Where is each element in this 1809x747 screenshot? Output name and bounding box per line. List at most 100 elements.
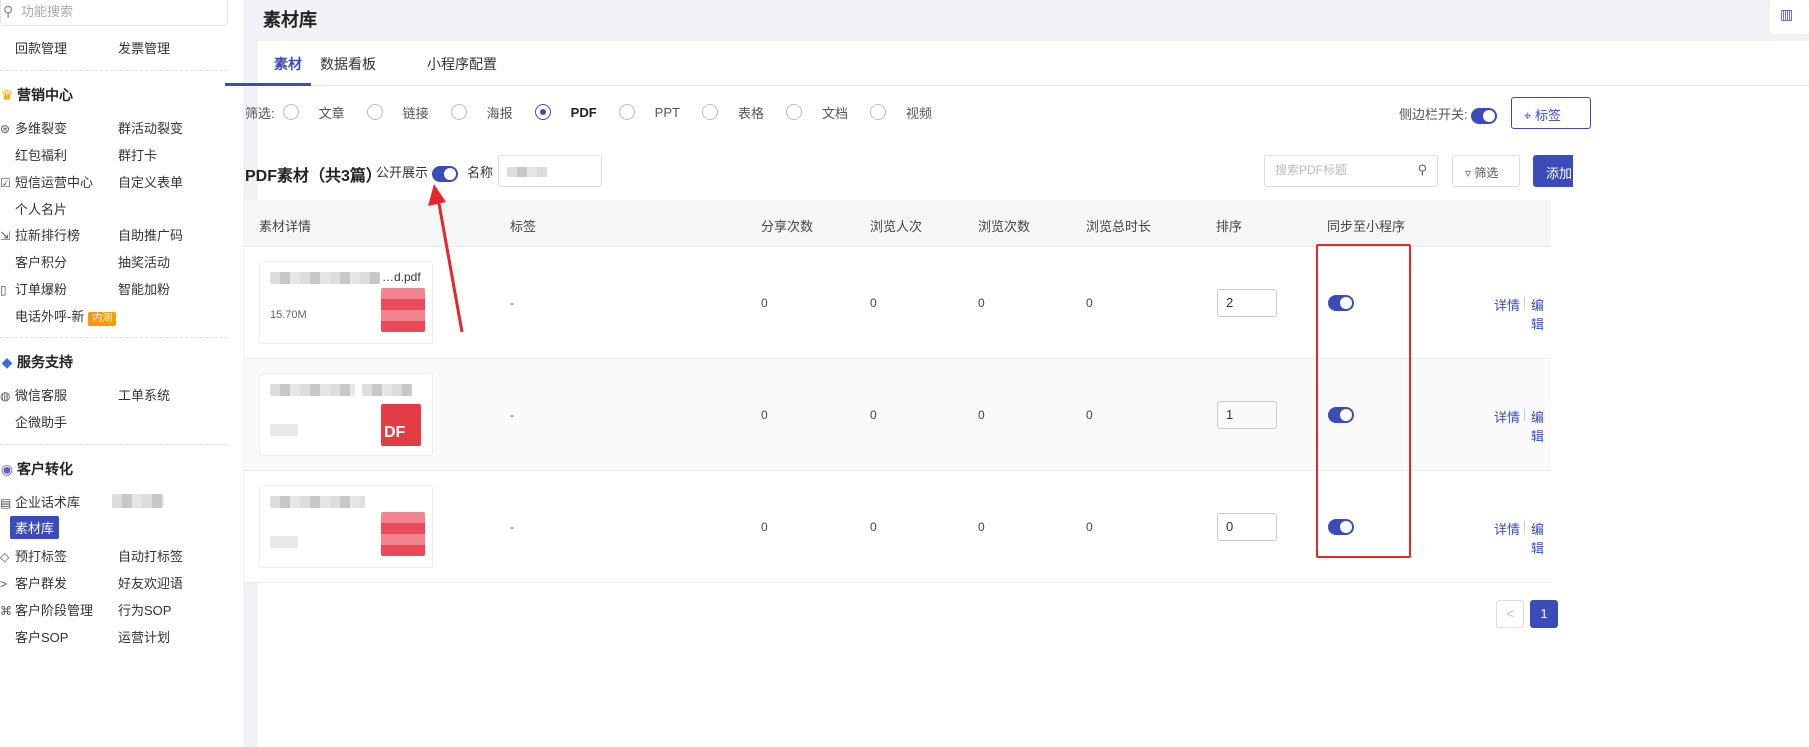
edit-link[interactable]: 编辑 [1531, 519, 1551, 557]
detail-link[interactable]: 详情 [1494, 295, 1520, 314]
sidebar-item-mass-send[interactable]: > 客户群发 [0, 573, 67, 592]
sidebar-item-behavior-sop[interactable]: 行为SOP [118, 600, 171, 619]
section-title: 营销中心 [17, 87, 73, 103]
filter-button[interactable]: ▿ 筛选 [1452, 155, 1520, 187]
radio-article[interactable]: 文章 [282, 103, 345, 122]
radio-pdf[interactable]: PDF [534, 104, 597, 120]
col-detail: 素材详情 [259, 219, 312, 234]
sidebar-item-assistant[interactable]: 企微助手 [15, 412, 67, 431]
book-icon[interactable]: ▥ [1770, 0, 1809, 34]
shares-cell: 0 [761, 296, 768, 310]
visitors-cell: 0 [870, 296, 877, 310]
send-icon: > [0, 577, 8, 591]
tab-dashboard[interactable]: 数据看板 [320, 54, 376, 74]
pagination-prev[interactable]: < [1496, 600, 1524, 628]
col-sync: 同步至小程序 [1327, 219, 1406, 234]
trophy-icon: ♛ [0, 87, 14, 103]
convert-icon: ◉ [0, 461, 14, 477]
page-title: 素材库 [263, 10, 317, 30]
sidebar-item-points[interactable]: 客户积分 [15, 252, 67, 271]
sort-input[interactable]: 1 [1217, 401, 1277, 429]
sidebar-item-ticket[interactable]: 工单系统 [118, 385, 170, 404]
material-card[interactable] [259, 485, 433, 568]
blurred-value [507, 167, 547, 177]
radio-sheet[interactable]: 表格 [701, 103, 764, 122]
table-row: DF - 0 0 0 0 1 详情 编辑 [244, 359, 1551, 471]
material-card[interactable]: DF [259, 373, 433, 456]
detail-link[interactable]: 详情 [1494, 407, 1520, 426]
views-cell: 0 [978, 520, 985, 534]
radio-video[interactable]: 视频 [870, 103, 932, 122]
public-switch[interactable] [431, 165, 458, 182]
sidebar-item-custom-form[interactable]: 自定义表单 [118, 172, 183, 191]
list-title: PDF素材（共3篇） [245, 168, 382, 185]
sidebar-item-leaderboard[interactable]: ⇲ 拉新排行榜 [0, 225, 80, 244]
sidebar-item-call[interactable]: 电话外呼-新 内测 [15, 306, 117, 326]
sidebar-item-order-fans[interactable]: ▯ 订单爆粉 [0, 279, 67, 298]
separator [1524, 297, 1525, 309]
sidebar-item-welcome[interactable]: 好友欢迎语 [118, 573, 183, 592]
sidebar-toggle: 侧边栏开关: [1399, 104, 1498, 124]
sidebar-item-group-checkin[interactable]: 群打卡 [118, 145, 157, 164]
section-service: ◆ 服务支持 [0, 352, 73, 372]
views-cell: 0 [978, 296, 985, 310]
duration-cell: 0 [1086, 408, 1093, 422]
sidebar-item-wechat-service[interactable]: ◍ 微信客服 [0, 385, 67, 404]
leaderboard-icon: ⇲ [0, 229, 11, 243]
sidebar-item-stage[interactable]: ⌘ 客户阶段管理 [0, 600, 93, 619]
pdf-search-input[interactable] [1273, 162, 1413, 178]
sidebar-item-multi-fission[interactable]: ⊛ 多维裂变 [0, 118, 67, 137]
sidebar-item-invoice[interactable]: 发票管理 [118, 38, 170, 57]
chat-icon: ◍ [0, 389, 11, 403]
radio-link[interactable]: 链接 [366, 103, 429, 122]
blurred-item [112, 494, 164, 508]
separator [1524, 409, 1525, 421]
name-input[interactable] [498, 155, 602, 187]
blurred-size [270, 424, 298, 436]
sidebar-item-redpacket[interactable]: 红包福利 [15, 145, 67, 164]
sync-switch[interactable] [1328, 519, 1354, 535]
edit-link[interactable]: 编辑 [1531, 407, 1551, 445]
detail-link[interactable]: 详情 [1494, 519, 1520, 538]
function-search-input[interactable] [19, 1, 219, 21]
pagination-page[interactable]: 1 [1530, 600, 1558, 628]
visitors-cell: 0 [870, 520, 877, 534]
add-button[interactable]: 添加 [1533, 155, 1573, 187]
table-row: - 0 0 0 0 0 详情 编辑 [244, 471, 1551, 583]
sidebar-item-promo-code[interactable]: 自助推广码 [118, 225, 183, 244]
service-icon: ◆ [1, 354, 13, 370]
sync-switch[interactable] [1328, 407, 1354, 423]
sidebar-item-material-library[interactable]: 素材库 [10, 516, 60, 539]
sidebar-item-smart-add[interactable]: 智能加粉 [118, 279, 170, 298]
divider [0, 444, 228, 445]
sidebar-item-lottery[interactable]: 抽奖活动 [118, 252, 170, 271]
function-search[interactable]: ⚲ [0, 0, 228, 26]
filter-label: 筛选: [245, 105, 275, 121]
radio-poster[interactable]: 海报 [450, 103, 513, 122]
sidebar-item-auto-tag[interactable]: 自动打标签 [118, 546, 183, 565]
tag-button[interactable]: ⌖ 标签 [1511, 97, 1591, 129]
radio-ppt[interactable]: PPT [618, 104, 680, 120]
sidebar-item-sms[interactable]: ☑ 短信运营中心 [0, 172, 93, 191]
pdf-search[interactable]: ⚲ [1264, 155, 1438, 187]
pdf-thumbnail [381, 512, 425, 556]
sidebar-item-customer-sop[interactable]: 客户SOP [15, 627, 68, 646]
sort-input[interactable]: 2 [1217, 289, 1277, 317]
sidebar-item-card[interactable]: 个人名片 [15, 199, 67, 218]
sync-switch[interactable] [1328, 295, 1354, 311]
sort-input[interactable]: 0 [1217, 513, 1277, 541]
radio-doc[interactable]: 文档 [785, 103, 848, 122]
sidebar-item-pretag[interactable]: ◇ 预打标签 [0, 546, 67, 565]
sidebar-item-scripts[interactable]: ▤ 企业话术库 [0, 492, 80, 511]
sidebar-item-group-fission[interactable]: 群活动裂变 [118, 118, 183, 137]
tab-indicator [225, 83, 311, 86]
tab-miniprogram[interactable]: 小程序配置 [427, 54, 497, 74]
material-card[interactable]: …d.pdf 15.70M [259, 261, 433, 344]
tag-cell: - [510, 296, 514, 310]
name-label: 名称 [467, 165, 494, 180]
sidebar-item-plan[interactable]: 运营计划 [118, 627, 170, 646]
edit-link[interactable]: 编辑 [1531, 295, 1551, 333]
sidebar-item-payment[interactable]: 回款管理 [15, 38, 67, 57]
section-title: 客户转化 [17, 461, 73, 477]
sidebar-switch[interactable] [1471, 107, 1498, 124]
